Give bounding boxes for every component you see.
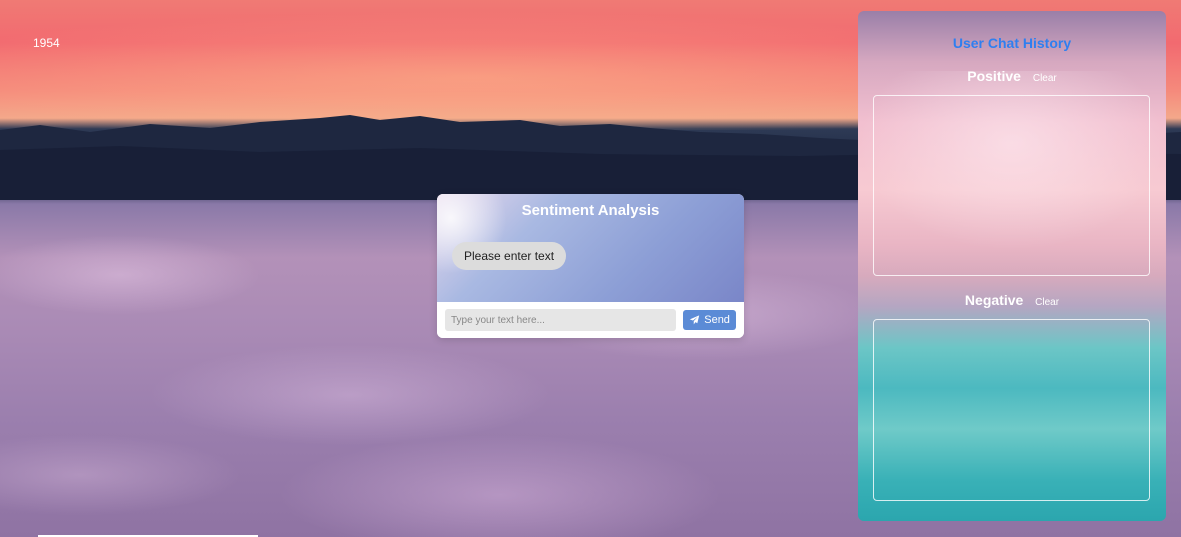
negative-history-list — [873, 319, 1150, 501]
history-title: User Chat History — [952, 35, 1072, 51]
send-button[interactable]: Send — [683, 310, 736, 330]
paper-plane-icon — [690, 315, 700, 325]
send-label: Send — [704, 314, 730, 326]
chat-text-input[interactable] — [445, 309, 677, 331]
clear-positive-button[interactable]: Clear — [1033, 73, 1057, 84]
chat-card: Sentiment Analysis Please enter text Sen… — [437, 194, 744, 338]
chat-title: Sentiment Analysis — [521, 202, 660, 219]
clear-negative-button[interactable]: Clear — [1035, 297, 1059, 308]
chat-header-area: Sentiment Analysis Please enter text — [437, 194, 744, 302]
negative-section-header: Negative Clear — [858, 292, 1166, 308]
negative-label: Negative — [964, 292, 1024, 308]
chat-input-row: Send — [437, 302, 744, 338]
positive-section-header: Positive Clear — [858, 68, 1166, 84]
visit-counter: 1954 — [33, 36, 60, 50]
positive-history-list — [873, 95, 1150, 276]
bot-message-bubble: Please enter text — [452, 242, 567, 270]
chat-history-panel: User Chat History Positive Clear Negativ… — [858, 11, 1166, 521]
positive-label: Positive — [967, 68, 1021, 84]
